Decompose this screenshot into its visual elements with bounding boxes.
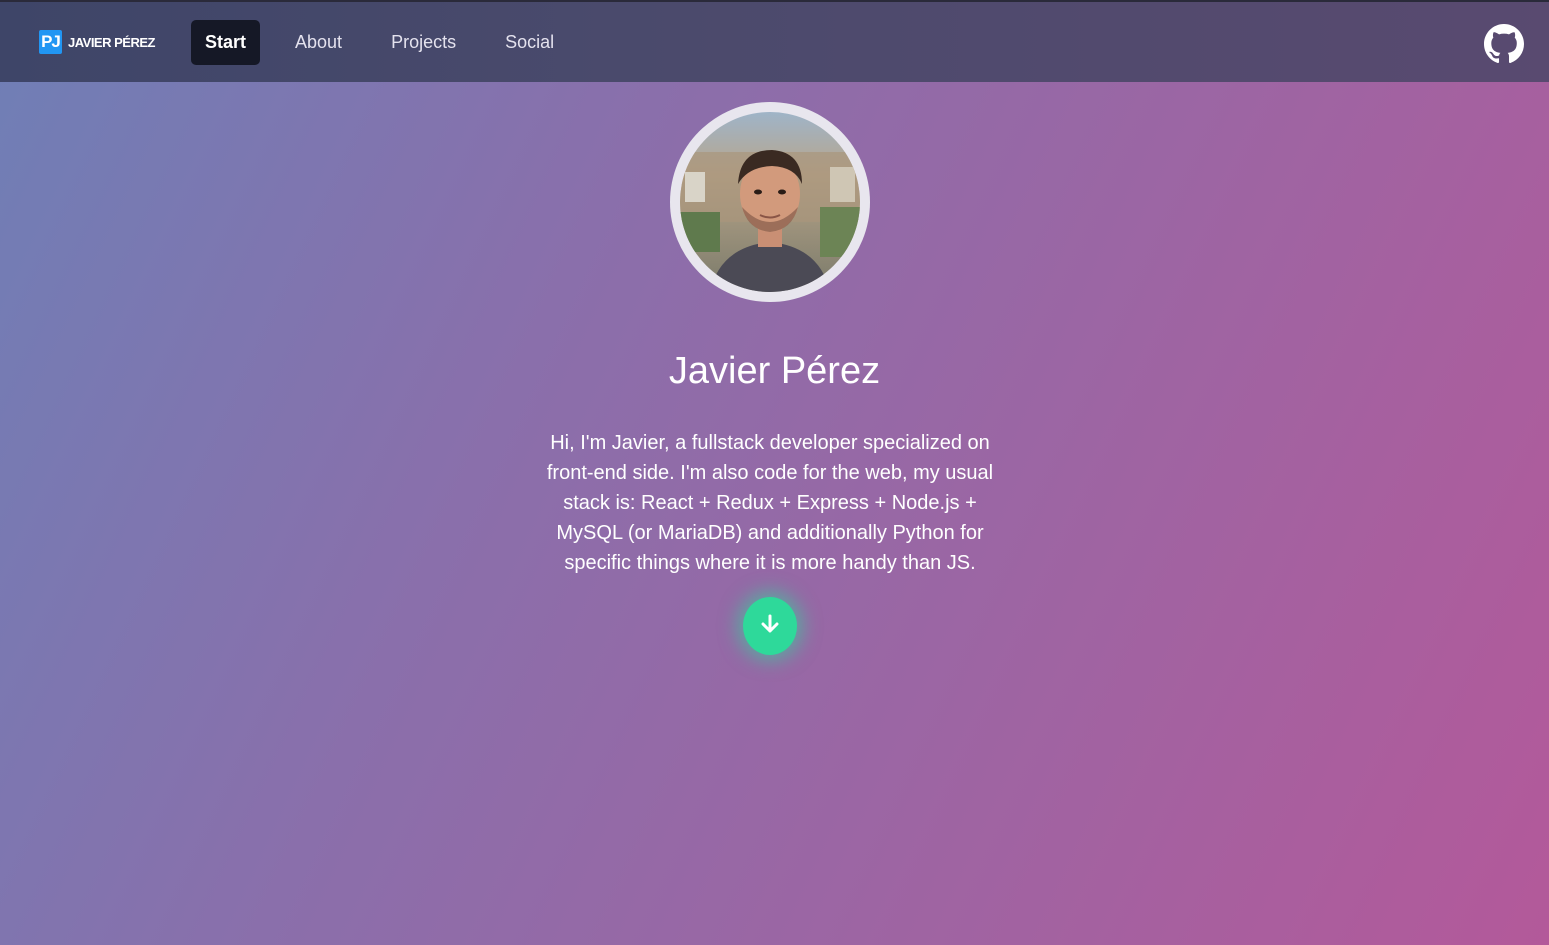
- brand-logo-icon: PJ: [39, 30, 62, 54]
- github-icon[interactable]: [1484, 24, 1524, 64]
- hero-name: Javier Pérez: [668, 350, 881, 392]
- nav-item-social[interactable]: Social: [491, 20, 568, 65]
- arrow-down-icon: [758, 612, 782, 641]
- nav-item-projects[interactable]: Projects: [377, 20, 470, 65]
- nav-item-about[interactable]: About: [281, 20, 356, 65]
- avatar-photo: [680, 112, 860, 292]
- main-nav: Start About Projects Social: [191, 20, 589, 65]
- nav-item-start[interactable]: Start: [191, 20, 261, 65]
- hero-bio: Hi, I'm Javier, a fullstack developer sp…: [546, 432, 994, 574]
- brand-logo-link[interactable]: PJ JAVIER PÉREZ: [39, 30, 155, 54]
- profile-avatar: [670, 102, 870, 302]
- brand-name: JAVIER PÉREZ: [68, 34, 155, 50]
- top-navbar: PJ JAVIER PÉREZ Start About Projects Soc…: [0, 0, 1549, 82]
- scroll-down-button[interactable]: [743, 597, 797, 655]
